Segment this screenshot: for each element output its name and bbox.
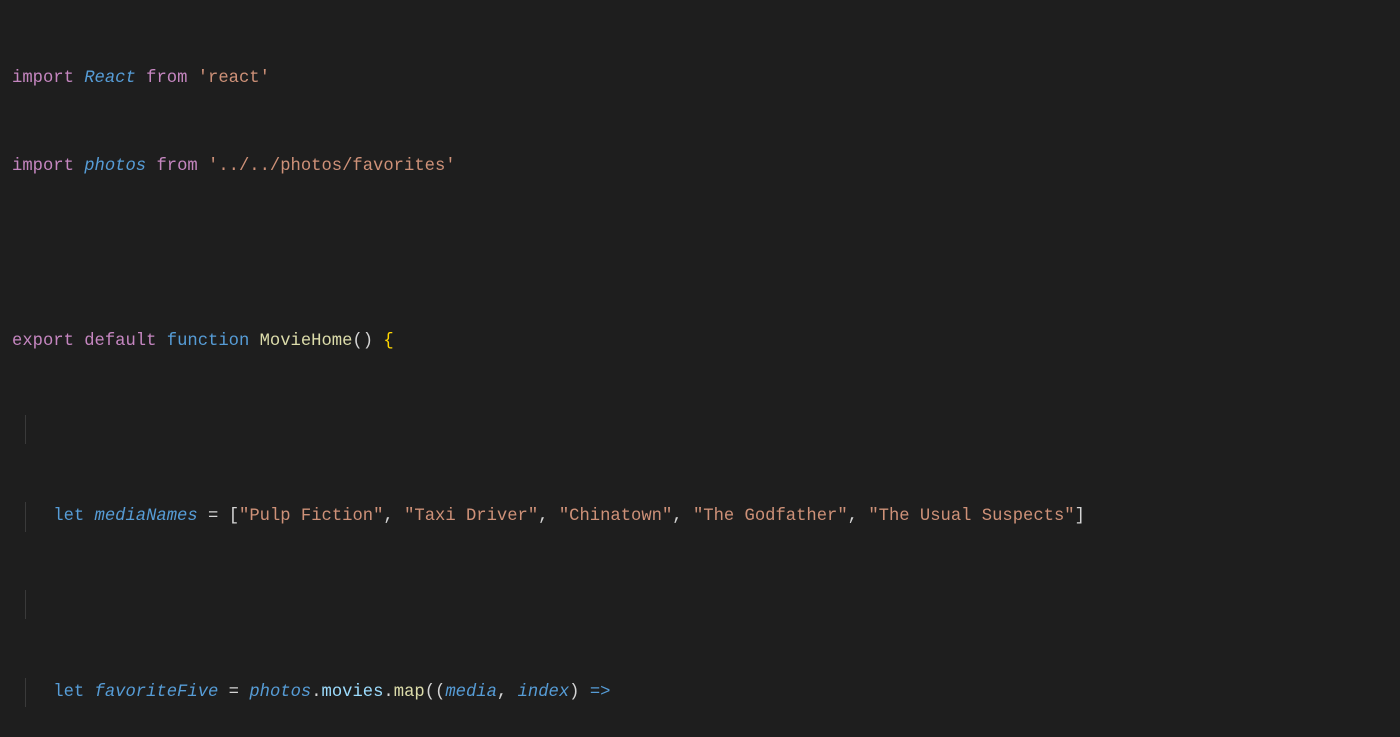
identifier-react: React — [84, 69, 136, 88]
keyword-function: function — [167, 332, 250, 351]
parens: () — [352, 332, 373, 351]
string-literal: '../../photos/favorites' — [208, 157, 456, 176]
keyword-let: let — [53, 683, 84, 702]
blank-line — [12, 415, 1400, 444]
param-index: index — [518, 683, 570, 702]
brace-open: { — [383, 332, 393, 351]
code-line[interactable]: import photos from '../../photos/favorit… — [12, 152, 1400, 181]
blank-line — [12, 240, 1400, 269]
method-map: map — [394, 683, 425, 702]
string-literal: "Taxi Driver" — [404, 507, 538, 526]
string-literal: "Chinatown" — [559, 507, 672, 526]
code-line[interactable]: import React from 'react' — [12, 64, 1400, 93]
property-movies: movies — [322, 683, 384, 702]
keyword-export: export — [12, 332, 74, 351]
bracket-close: ] — [1075, 507, 1085, 526]
keyword-default: default — [84, 332, 156, 351]
code-editor[interactable]: import React from 'react' import photos … — [0, 0, 1400, 737]
identifier-medianames: mediaNames — [95, 507, 198, 526]
identifier-photos: photos — [84, 157, 146, 176]
code-line[interactable]: let mediaNames = ["Pulp Fiction", "Taxi … — [12, 502, 1400, 531]
keyword-import: import — [12, 69, 74, 88]
string-literal: 'react' — [198, 69, 270, 88]
bracket-open: [ — [229, 507, 239, 526]
keyword-let: let — [53, 507, 84, 526]
keyword-import: import — [12, 157, 74, 176]
equals: = — [229, 683, 239, 702]
arrow: => — [590, 683, 611, 702]
string-literal: "The Godfather" — [693, 507, 848, 526]
function-name: MovieHome — [260, 332, 353, 351]
identifier-favoritefive: favoriteFive — [95, 683, 219, 702]
string-literal: "The Usual Suspects" — [868, 507, 1074, 526]
keyword-from: from — [146, 69, 187, 88]
equals: = — [208, 507, 218, 526]
code-line[interactable]: export default function MovieHome() { — [12, 327, 1400, 356]
string-literal: "Pulp Fiction" — [239, 507, 383, 526]
identifier-photos: photos — [249, 683, 311, 702]
keyword-from: from — [156, 157, 197, 176]
param-media: media — [445, 683, 497, 702]
blank-line — [12, 590, 1400, 619]
code-line[interactable]: let favoriteFive = photos.movies.map((me… — [12, 678, 1400, 707]
